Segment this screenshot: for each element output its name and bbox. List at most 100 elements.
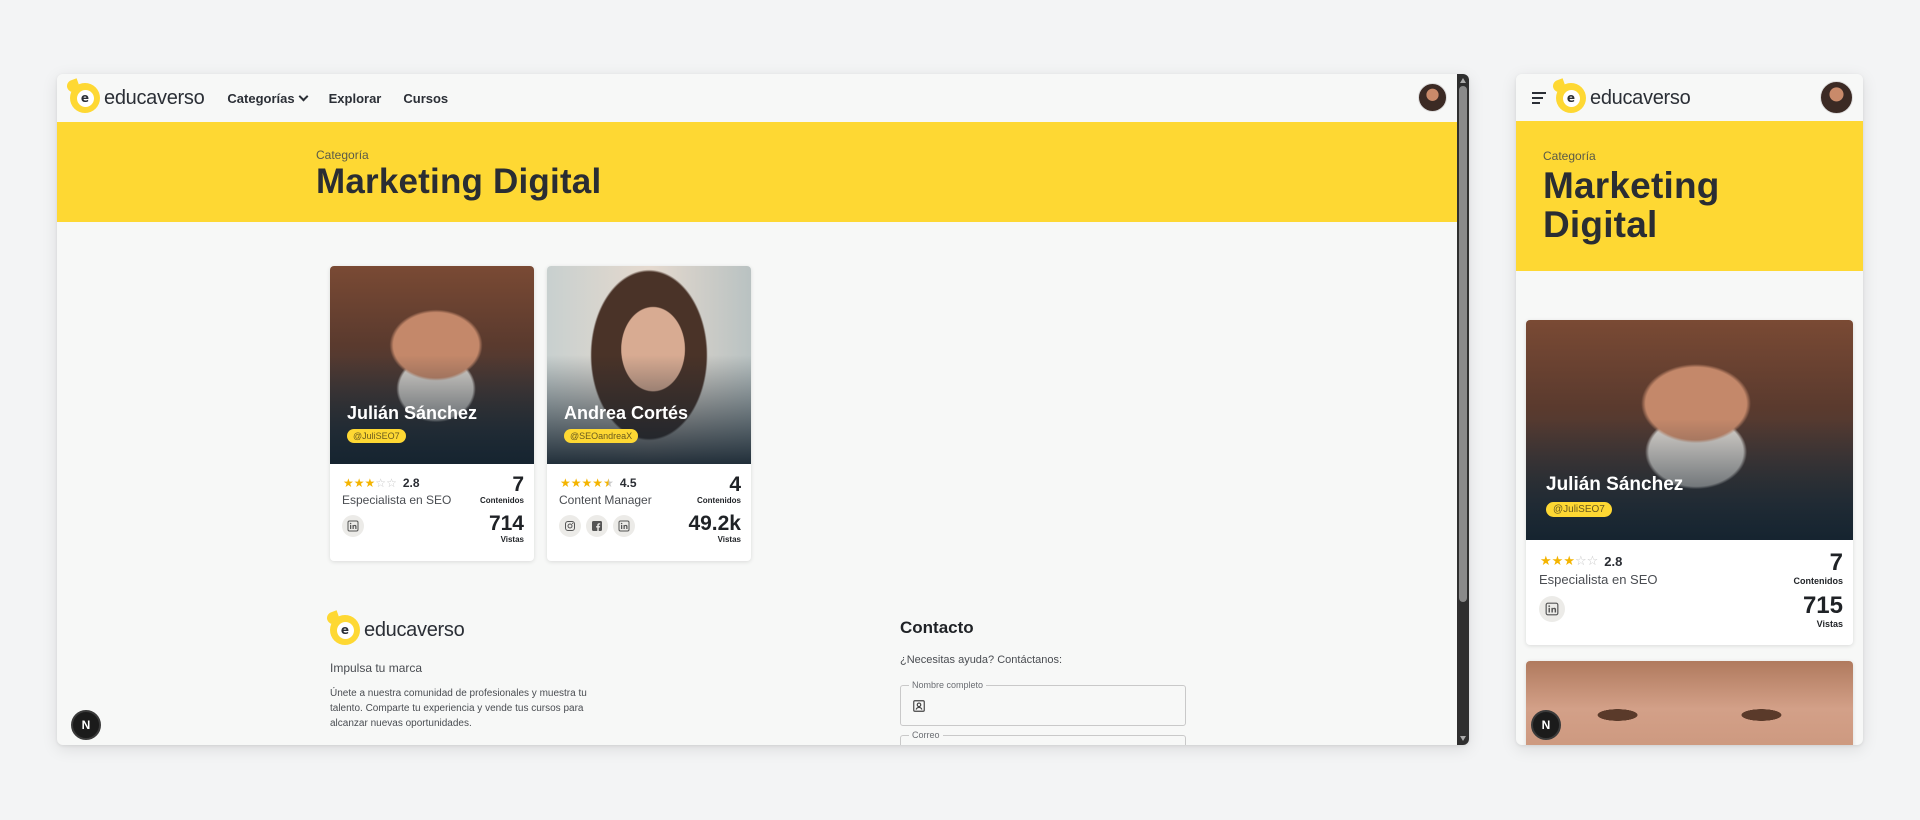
next-devtools-button[interactable]: N <box>1531 710 1561 740</box>
linkedin-icon[interactable] <box>613 515 635 537</box>
footer-description: Únete a nuestra comunidad de profesional… <box>330 688 587 729</box>
instructor-photo: Andrea Cortés @SEOandreaX <box>547 266 751 464</box>
contact-card-icon <box>913 700 925 712</box>
star-filled-icon: ★ <box>343 476 354 490</box>
brand-logo[interactable]: e educaverso <box>70 83 205 113</box>
social-links <box>1539 596 1570 622</box>
logo-mark-icon: e <box>330 615 360 645</box>
category-banner: Categoría Marketing Digital <box>57 122 1457 222</box>
instructor-name: Andrea Cortés <box>564 403 689 423</box>
nav-categories-dropdown[interactable]: Categorías <box>227 90 309 106</box>
contents-count: 7 <box>1829 549 1843 576</box>
social-links <box>559 515 640 537</box>
full-name-field[interactable]: Nombre completo <box>900 680 1186 726</box>
star-filled-icon: ★ <box>592 476 604 490</box>
scroll-thumb[interactable] <box>1459 86 1467 602</box>
contents-label: Contenidos <box>1793 576 1844 586</box>
contact-prompt: ¿Necesitas ayuda? Contáctanos: <box>900 654 1063 666</box>
brand-name: educaverso <box>104 86 205 109</box>
instructor-card[interactable]: Julián Sánchez @JuliSEO7 ★ ★ ★ ☆ ☆ 2.8 E… <box>1526 320 1853 645</box>
views-label: Vistas <box>717 535 741 544</box>
star-empty-icon: ☆ <box>375 476 387 490</box>
views-label: Vistas <box>1816 619 1843 629</box>
scroll-up-icon[interactable] <box>1460 78 1466 83</box>
nav-links: Categorías Explorar Cursos <box>227 91 470 106</box>
star-filled-icon: ★ <box>581 476 593 490</box>
email-label: Correo <box>909 730 943 740</box>
instructor-role: Especialista en SEO <box>342 493 452 507</box>
instructor-card[interactable]: Andrea Cortés @SEOandreaX ★ ★ ★ ★ ★ 4.5 … <box>547 266 751 561</box>
user-avatar[interactable] <box>1418 83 1447 112</box>
category-title: Marketing Digital <box>316 162 602 201</box>
linkedin-icon[interactable] <box>1539 596 1565 622</box>
contents-count: 4 <box>729 473 741 496</box>
top-navbar: e educaverso Categorías Explorar Cursos <box>57 74 1457 122</box>
instructor-photo: Julián Sánchez @JuliSEO7 <box>330 266 534 464</box>
footer-tagline: Impulsa tu marca <box>330 661 423 675</box>
rating-stars: ★ ★ ★ ★ ★ 4.5 <box>560 476 637 490</box>
instructor-handle-badge[interactable]: @JuliSEO7 <box>347 429 406 443</box>
instructor-card-partial[interactable] <box>1526 661 1853 745</box>
category-kicker: Categoría <box>316 148 369 162</box>
footer-brand-name: educaverso <box>364 618 465 641</box>
views-label: Vistas <box>500 535 524 544</box>
brand-logo[interactable]: e educaverso <box>1556 83 1691 113</box>
star-filled-icon: ★ <box>1563 554 1575 569</box>
rating-stars: ★ ★ ★ ☆ ☆ 2.8 <box>343 476 420 490</box>
instructor-handle-badge[interactable]: @SEOandreaX <box>564 429 639 443</box>
rating-value: 2.8 <box>402 476 420 490</box>
brand-name: educaverso <box>1590 86 1691 109</box>
views-count: 714 <box>488 512 524 535</box>
nav-courses-link[interactable]: Cursos <box>403 91 448 106</box>
mobile-viewport: e educaverso Categoría Marketing Digital… <box>1516 74 1863 745</box>
star-empty-icon: ☆ <box>1574 554 1587 569</box>
star-filled-icon: ★ <box>570 476 582 490</box>
desktop-viewport: e educaverso Categorías Explorar Cursos … <box>57 74 1469 745</box>
next-devtools-button[interactable]: N <box>71 710 101 740</box>
contact-title: Contacto <box>900 618 974 637</box>
full-name-label: Nombre completo <box>909 680 987 690</box>
footer-brand-logo[interactable]: e educaverso <box>330 615 465 645</box>
star-half-icon: ★ <box>603 476 614 490</box>
instructor-card[interactable]: Julián Sánchez @JuliSEO7 ★ ★ ★ ☆ ☆ 2.8 E… <box>330 266 534 561</box>
linkedin-icon[interactable] <box>342 515 364 537</box>
category-kicker: Categoría <box>1543 149 1596 163</box>
star-empty-icon: ☆ <box>386 476 397 490</box>
views-count: 715 <box>1802 592 1843 619</box>
instructor-name: Julián Sánchez <box>1546 474 1684 495</box>
rating-value: 2.8 <box>1604 554 1623 569</box>
contents-label: Contenidos <box>480 496 524 505</box>
instructor-photo <box>1526 661 1853 745</box>
page-scrollbar[interactable] <box>1457 74 1469 745</box>
menu-icon[interactable] <box>1532 91 1546 106</box>
contents-count: 7 <box>512 473 524 496</box>
star-filled-icon: ★ <box>1540 554 1552 569</box>
category-banner: Categoría Marketing Digital <box>1516 121 1863 271</box>
star-empty-icon: ☆ <box>1586 554 1599 569</box>
scroll-down-icon[interactable] <box>1460 736 1466 741</box>
instructor-name: Julián Sánchez <box>347 403 478 423</box>
star-filled-icon: ★ <box>560 476 571 490</box>
star-filled-icon: ★ <box>1551 554 1564 569</box>
category-title: Marketing Digital <box>1543 165 1720 245</box>
email-field[interactable]: Correo <box>900 730 1186 745</box>
logo-mark-icon: e <box>1556 83 1586 113</box>
contents-label: Contenidos <box>697 496 741 505</box>
logo-mark-icon: e <box>70 83 100 113</box>
nav-categories-label: Categorías <box>227 90 295 106</box>
facebook-icon[interactable] <box>586 515 608 537</box>
nav-explore-link[interactable]: Explorar <box>329 91 382 106</box>
chevron-down-icon <box>298 91 309 101</box>
instructor-handle-badge[interactable]: @JuliSEO7 <box>1546 502 1612 517</box>
views-count: 49.2k <box>688 512 741 535</box>
mobile-navbar: e educaverso <box>1516 74 1863 122</box>
instagram-icon[interactable] <box>559 515 581 537</box>
star-filled-icon: ★ <box>364 476 376 490</box>
user-avatar[interactable] <box>1820 81 1853 114</box>
instructor-role: Especialista en SEO <box>1539 572 1658 587</box>
instructor-photo: Julián Sánchez @JuliSEO7 <box>1526 320 1853 540</box>
instructor-role: Content Manager <box>559 493 652 507</box>
rating-stars: ★ ★ ★ ☆ ☆ 2.8 <box>1540 554 1622 569</box>
star-filled-icon: ★ <box>353 476 365 490</box>
social-links <box>342 515 369 537</box>
